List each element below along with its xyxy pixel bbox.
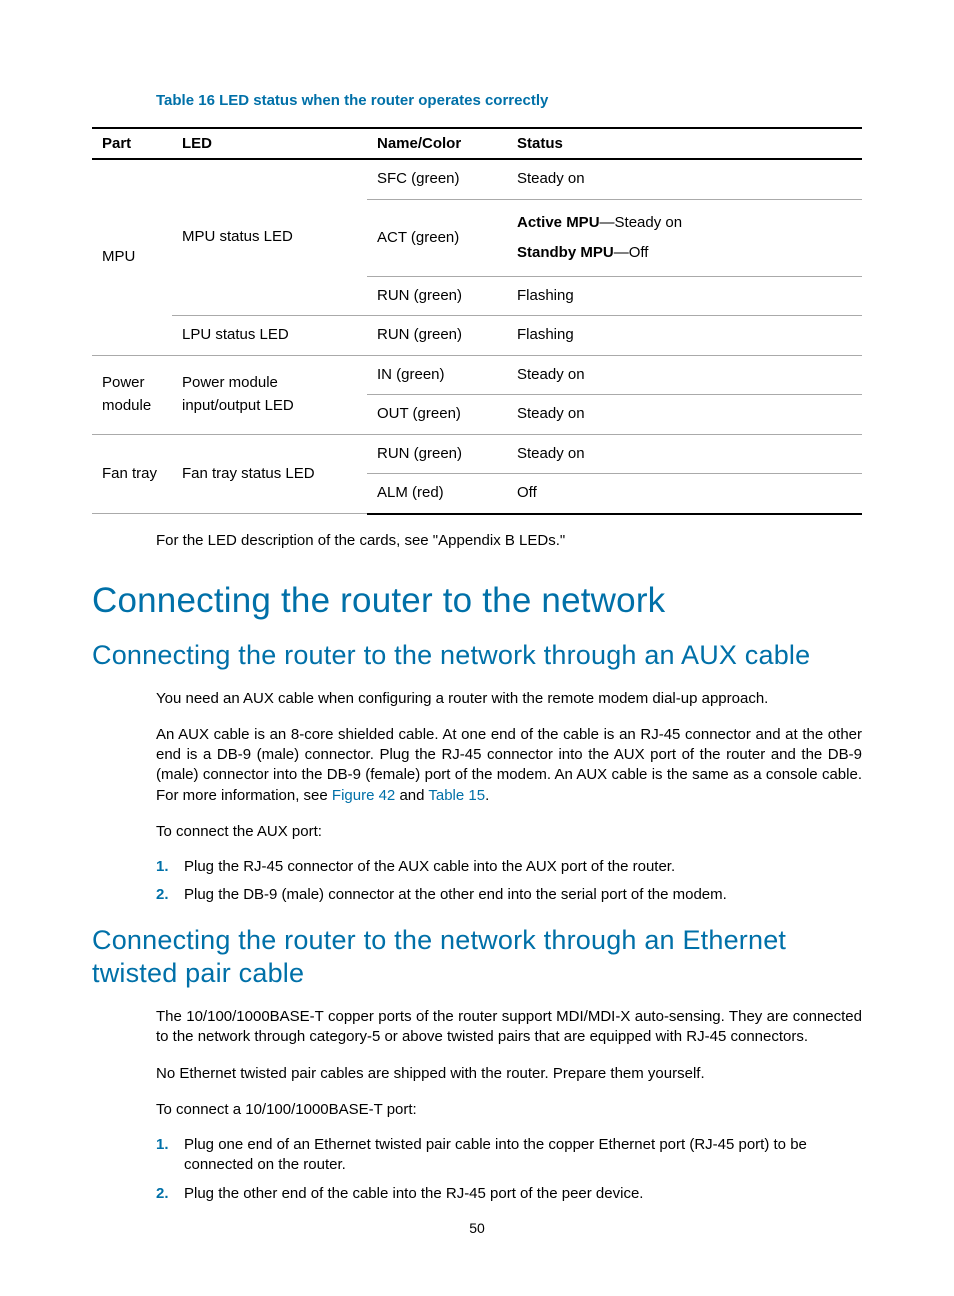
section-heading-connecting: Connecting the router to the network	[92, 581, 862, 621]
eth-para-1: The 10/100/1000BASE-T copper ports of th…	[156, 1007, 862, 1048]
cell-status: Flashing	[507, 316, 862, 356]
eth-steps: Plug one end of an Ethernet twisted pair…	[156, 1135, 862, 1204]
cell-status: Steady on	[507, 395, 862, 435]
cell-name: IN (green)	[367, 355, 507, 395]
cell-name: RUN (green)	[367, 316, 507, 356]
th-led: LED	[172, 128, 367, 159]
aux-para-1: You need an AUX cable when configuring a…	[156, 689, 862, 709]
cell-part-power: Power module	[92, 355, 172, 434]
aux-steps: Plug the RJ-45 connector of the AUX cabl…	[156, 857, 862, 906]
cell-name: ALM (red)	[367, 474, 507, 514]
aux-para-3: To connect the AUX port:	[156, 822, 862, 842]
cell-status: Steady on	[507, 159, 862, 199]
document-page: Table 16 LED status when the router oper…	[0, 0, 954, 1296]
appendix-ref: Appendix B LEDs	[438, 532, 556, 549]
link-figure-42[interactable]: Figure 42	[332, 787, 395, 804]
subsection-heading-aux: Connecting the router to the network thr…	[92, 639, 862, 673]
th-part: Part	[92, 128, 172, 159]
cell-status: Steady on	[507, 355, 862, 395]
cell-part-mpu: MPU	[92, 159, 172, 355]
table-header-row: Part LED Name/Color Status	[92, 128, 862, 159]
cell-name: ACT (green)	[367, 199, 507, 276]
note-prefix: For the LED description of the cards, se…	[156, 532, 438, 549]
standby-mpu-value: —Off	[614, 244, 649, 261]
cell-part-fan: Fan tray	[92, 434, 172, 514]
standby-mpu-label: Standby MPU	[517, 244, 614, 261]
th-name: Name/Color	[367, 128, 507, 159]
cell-led-mpu: MPU status LED	[172, 159, 367, 316]
cell-status: Flashing	[507, 276, 862, 316]
list-item: Plug one end of an Ethernet twisted pair…	[156, 1135, 862, 1176]
led-status-table: Part LED Name/Color Status MPU MPU statu…	[92, 127, 862, 515]
list-item: Plug the other end of the cable into the…	[156, 1184, 862, 1204]
cell-name: RUN (green)	[367, 276, 507, 316]
table-row: LPU status LED RUN (green) Flashing	[92, 316, 862, 356]
aux-p2-a: An AUX cable is an 8-core shielded cable…	[156, 726, 862, 804]
after-table-note: For the LED description of the cards, se…	[156, 531, 862, 551]
table-caption: Table 16 LED status when the router oper…	[156, 92, 862, 109]
cell-status: Off	[507, 474, 862, 514]
table-row: MPU MPU status LED SFC (green) Steady on	[92, 159, 862, 199]
page-number: 50	[0, 1220, 954, 1236]
cell-status: Active MPU—Steady on Standby MPU—Off	[507, 199, 862, 276]
eth-para-2: No Ethernet twisted pair cables are ship…	[156, 1064, 862, 1084]
cell-name: SFC (green)	[367, 159, 507, 199]
aux-para-2: An AUX cable is an 8-core shielded cable…	[156, 725, 862, 806]
link-table-15[interactable]: Table 15	[428, 787, 485, 804]
subsection-heading-ethernet: Connecting the router to the network thr…	[92, 924, 862, 992]
cell-name: RUN (green)	[367, 434, 507, 474]
active-mpu-label: Active MPU	[517, 214, 600, 231]
table-row: Power module Power module input/output L…	[92, 355, 862, 395]
cell-status: Steady on	[507, 434, 862, 474]
cell-name: OUT (green)	[367, 395, 507, 435]
table-row: Fan tray Fan tray status LED RUN (green)…	[92, 434, 862, 474]
eth-para-3: To connect a 10/100/1000BASE-T port:	[156, 1100, 862, 1120]
th-status: Status	[507, 128, 862, 159]
list-item: Plug the DB-9 (male) connector at the ot…	[156, 885, 862, 905]
cell-led-fan: Fan tray status LED	[172, 434, 367, 514]
list-item: Plug the RJ-45 connector of the AUX cabl…	[156, 857, 862, 877]
note-suffix: ."	[556, 532, 566, 549]
active-mpu-value: —Steady on	[600, 214, 683, 231]
aux-p2-b: and	[395, 787, 428, 804]
cell-led-power: Power module input/output LED	[172, 355, 367, 434]
cell-led-lpu: LPU status LED	[172, 316, 367, 356]
aux-p2-c: .	[485, 787, 489, 804]
